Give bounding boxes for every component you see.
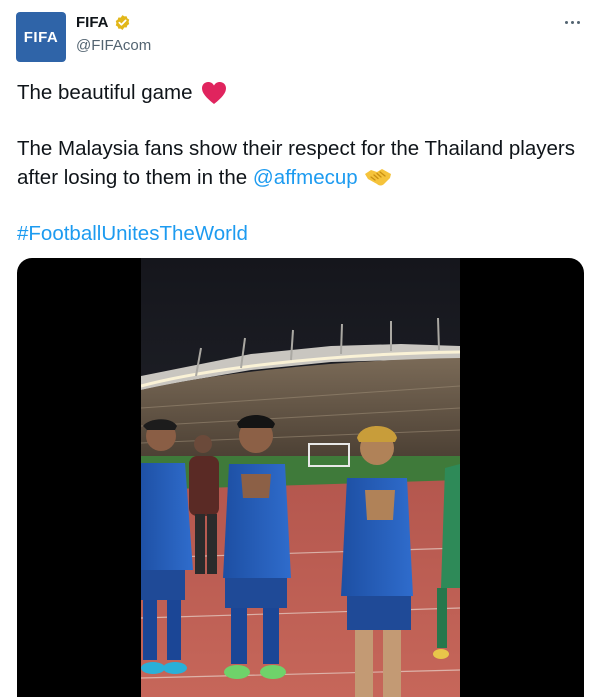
stadium-scene-image (141, 258, 460, 697)
verified-badge-icon (115, 15, 129, 30)
mention-link[interactable]: @affmecup (253, 166, 358, 189)
avatar-logo-text: FIFA (23, 28, 59, 46)
hashtag-line: #FootballUnitesTheWorld (17, 219, 248, 248)
tweet-text-line1: The beautiful game (17, 78, 227, 107)
author-name-row[interactable]: FIFA (76, 14, 131, 31)
tweet-card[interactable]: FIFA FIFA @FIFAcom The beautiful game Th… (0, 0, 600, 697)
more-options-icon[interactable] (560, 10, 584, 34)
video-frame[interactable] (141, 258, 460, 697)
user-handle[interactable]: @FIFAcom (76, 37, 151, 54)
video-media[interactable] (17, 258, 584, 697)
handshake-icon (364, 169, 391, 186)
red-heart-icon (201, 81, 226, 104)
tweet-text-body: The Malaysia fans show their respect for… (17, 134, 587, 192)
tweet-text-first: The beautiful game (17, 81, 193, 104)
display-name[interactable]: FIFA (76, 14, 109, 31)
avatar[interactable]: FIFA (16, 12, 66, 62)
hashtag-link[interactable]: #FootballUnitesTheWorld (17, 222, 248, 245)
